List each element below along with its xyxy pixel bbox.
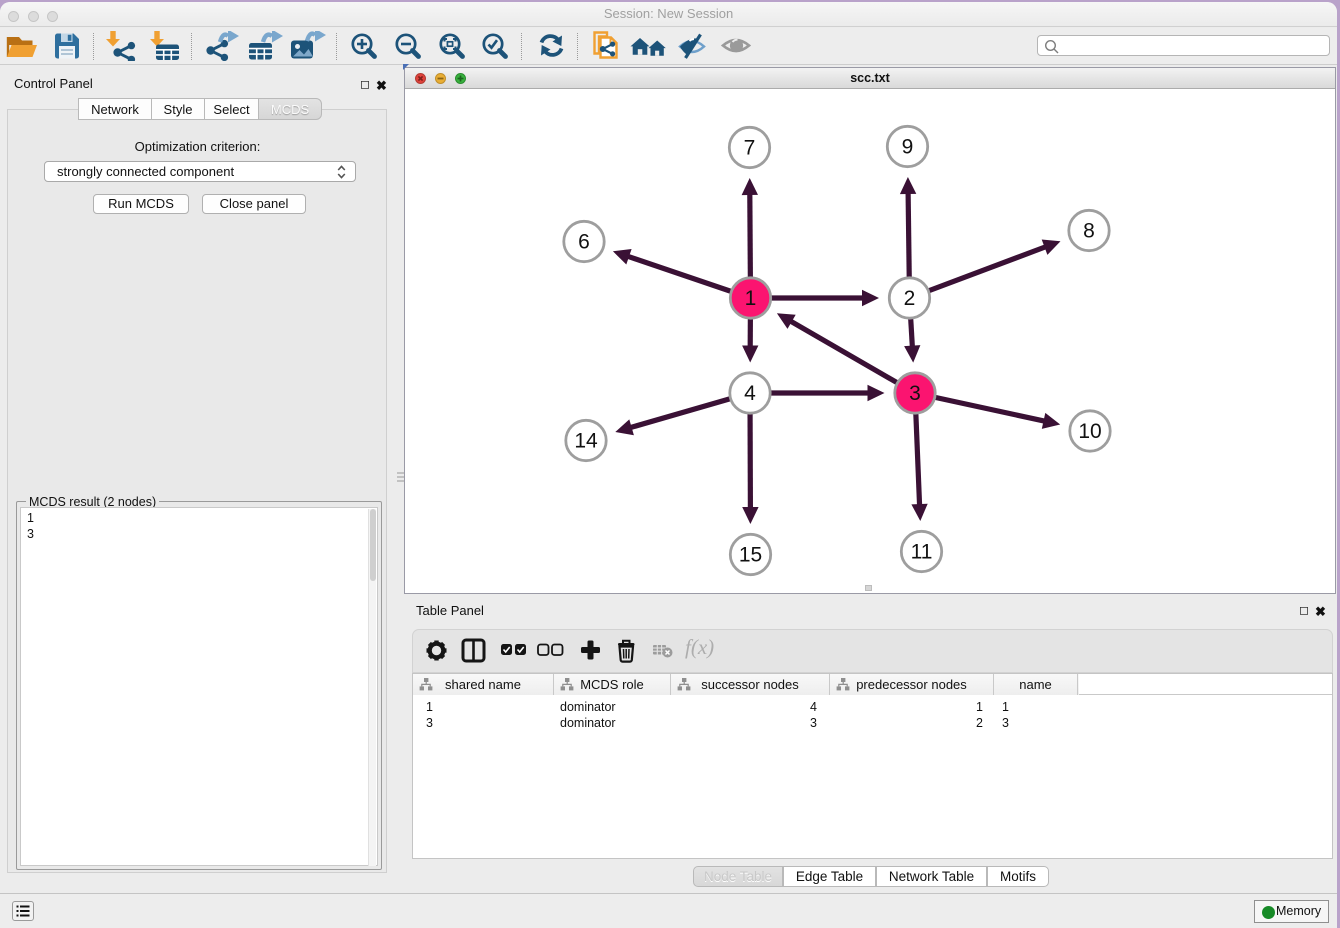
svg-text:15: 15 <box>739 544 762 567</box>
svg-text:4: 4 <box>744 382 756 405</box>
svg-text:6: 6 <box>578 231 590 254</box>
svg-text:2: 2 <box>904 287 916 310</box>
svg-text:9: 9 <box>902 136 914 159</box>
svg-text:14: 14 <box>574 430 598 453</box>
svg-text:8: 8 <box>1083 220 1095 243</box>
svg-text:7: 7 <box>744 137 756 160</box>
svg-text:1: 1 <box>745 287 757 310</box>
svg-text:11: 11 <box>911 541 933 564</box>
svg-text:10: 10 <box>1078 420 1101 443</box>
svg-text:3: 3 <box>909 382 921 405</box>
